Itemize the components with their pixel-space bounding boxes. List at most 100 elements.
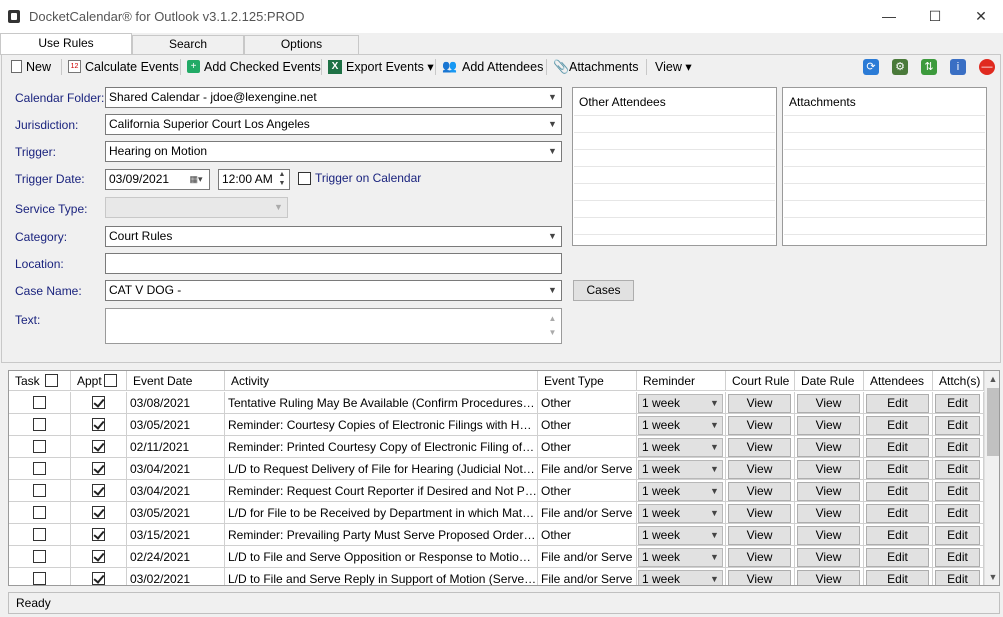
court-rule-view-button[interactable]: View — [728, 416, 791, 435]
attendees-edit-button[interactable]: Edit — [866, 548, 929, 567]
jurisdiction-select[interactable]: California Superior Court Los Angeles ▼ — [105, 114, 562, 135]
spinner-icon[interactable]: ▲ ▼ — [275, 170, 289, 189]
trigger-select[interactable]: Hearing on Motion ▼ — [105, 141, 562, 162]
attachments-edit-button[interactable]: Edit — [935, 548, 980, 567]
close-red-icon[interactable]: — — [979, 59, 995, 75]
appt-checkbox[interactable] — [92, 484, 105, 497]
tab-options[interactable]: Options — [244, 35, 359, 54]
task-checkbox[interactable] — [33, 572, 46, 585]
task-checkbox[interactable] — [33, 462, 46, 475]
task-checkbox[interactable] — [33, 484, 46, 497]
appt-checkbox[interactable] — [92, 528, 105, 541]
add-attendees-button[interactable]: 👥 Add Attendees — [442, 56, 543, 78]
task-checkbox[interactable] — [33, 440, 46, 453]
date-rule-view-button[interactable]: View — [797, 438, 860, 457]
reminder-select[interactable]: 1 week ▼ — [638, 548, 723, 567]
reminder-select[interactable]: 1 week ▼ — [638, 526, 723, 545]
attendees-edit-button[interactable]: Edit — [866, 570, 929, 585]
view-menu-button[interactable]: View ▾ — [655, 56, 692, 78]
attachments-edit-button[interactable]: Edit — [935, 526, 980, 545]
attachments-list[interactable]: Attachments — [782, 87, 987, 246]
trigger-date-picker[interactable]: 03/09/2021 ▦▾ — [105, 169, 210, 190]
date-rule-view-button[interactable]: View — [797, 482, 860, 501]
text-scrollbar[interactable]: ▲ ▼ — [544, 309, 561, 343]
close-button[interactable]: ✕ — [958, 0, 1003, 33]
column-header-attendees[interactable]: Attendees — [864, 371, 933, 391]
minimize-button[interactable]: — — [866, 0, 912, 33]
attendees-edit-button[interactable]: Edit — [866, 394, 929, 413]
info-icon[interactable]: i — [950, 59, 966, 75]
reminder-select[interactable]: 1 week ▼ — [638, 394, 723, 413]
reminder-select[interactable]: 1 week ▼ — [638, 482, 723, 501]
column-header-date-rule[interactable]: Date Rule — [795, 371, 864, 391]
attendees-edit-button[interactable]: Edit — [866, 482, 929, 501]
court-rule-view-button[interactable]: View — [728, 482, 791, 501]
maximize-button[interactable]: ☐ — [912, 0, 958, 33]
select-all-task-checkbox[interactable] — [45, 374, 58, 387]
add-checked-events-button[interactable]: + Add Checked Events — [187, 56, 321, 78]
scroll-thumb[interactable] — [987, 388, 999, 456]
appt-checkbox[interactable] — [92, 396, 105, 409]
attendees-edit-button[interactable]: Edit — [866, 460, 929, 479]
task-checkbox[interactable] — [33, 506, 46, 519]
task-checkbox[interactable] — [33, 418, 46, 431]
date-rule-view-button[interactable]: View — [797, 504, 860, 523]
reminder-select[interactable]: 1 week ▼ — [638, 504, 723, 523]
column-header-appt[interactable]: Appt — [71, 371, 127, 391]
sync-icon[interactable]: ⇅ — [921, 59, 937, 75]
appt-checkbox[interactable] — [92, 462, 105, 475]
attachments-button[interactable]: 📎Attachments — [553, 56, 638, 78]
appt-checkbox[interactable] — [92, 572, 105, 585]
court-rule-view-button[interactable]: View — [728, 548, 791, 567]
attachments-edit-button[interactable]: Edit — [935, 570, 980, 585]
court-rule-view-button[interactable]: View — [728, 394, 791, 413]
column-header-attachments[interactable]: Attch(s) — [933, 371, 984, 391]
new-button[interactable]: New — [11, 56, 51, 78]
trigger-time-field[interactable]: 12:00 AM ▲ ▼ — [218, 169, 290, 190]
scroll-up-icon[interactable]: ▲ — [985, 371, 999, 387]
reminder-select[interactable]: 1 week ▼ — [638, 460, 723, 479]
reminder-select[interactable]: 1 week ▼ — [638, 416, 723, 435]
scroll-down-icon[interactable]: ▼ — [985, 569, 999, 585]
tab-use-rules[interactable]: Use Rules — [0, 33, 132, 55]
column-header-event-type[interactable]: Event Type — [538, 371, 637, 391]
appt-checkbox[interactable] — [92, 418, 105, 431]
trigger-on-calendar-checkbox[interactable] — [298, 172, 311, 185]
court-rule-view-button[interactable]: View — [728, 438, 791, 457]
export-events-button[interactable]: X Export Events ▾ — [328, 56, 434, 78]
other-attendees-list[interactable]: Other Attendees — [572, 87, 777, 246]
case-name-select[interactable]: CAT V DOG - ▼ — [105, 280, 562, 301]
column-header-task[interactable]: Task — [9, 371, 71, 391]
tab-search[interactable]: Search — [132, 35, 244, 54]
column-header-event-date[interactable]: Event Date — [127, 371, 225, 391]
calendar-folder-select[interactable]: Shared Calendar - jdoe@lexengine.net ▼ — [105, 87, 562, 108]
events-grid[interactable]: Task Appt Event Date Activity Event Type… — [8, 370, 1000, 586]
court-rule-view-button[interactable]: View — [728, 504, 791, 523]
grid-vertical-scrollbar[interactable]: ▲ ▼ — [984, 371, 999, 585]
calculate-events-button[interactable]: 12 Calculate Events — [68, 56, 179, 78]
attachments-edit-button[interactable]: Edit — [935, 504, 980, 523]
attendees-edit-button[interactable]: Edit — [866, 416, 929, 435]
location-input[interactable] — [105, 253, 562, 274]
attachments-edit-button[interactable]: Edit — [935, 394, 980, 413]
column-header-reminder[interactable]: Reminder — [637, 371, 726, 391]
court-rule-view-button[interactable]: View — [728, 526, 791, 545]
refresh-icon[interactable]: ⟳ — [863, 59, 879, 75]
cases-button[interactable]: Cases — [573, 280, 634, 301]
appt-checkbox[interactable] — [92, 440, 105, 453]
date-rule-view-button[interactable]: View — [797, 526, 860, 545]
task-checkbox[interactable] — [33, 550, 46, 563]
attachments-edit-button[interactable]: Edit — [935, 482, 980, 501]
tools-icon[interactable]: ⚙ — [892, 59, 908, 75]
court-rule-view-button[interactable]: View — [728, 460, 791, 479]
date-rule-view-button[interactable]: View — [797, 416, 860, 435]
appt-checkbox[interactable] — [92, 550, 105, 563]
task-checkbox[interactable] — [33, 396, 46, 409]
task-checkbox[interactable] — [33, 528, 46, 541]
appt-checkbox[interactable] — [92, 506, 105, 519]
reminder-select[interactable]: 1 week ▼ — [638, 438, 723, 457]
column-header-activity[interactable]: Activity — [225, 371, 538, 391]
attendees-edit-button[interactable]: Edit — [866, 504, 929, 523]
reminder-select[interactable]: 1 week ▼ — [638, 570, 723, 585]
date-rule-view-button[interactable]: View — [797, 548, 860, 567]
